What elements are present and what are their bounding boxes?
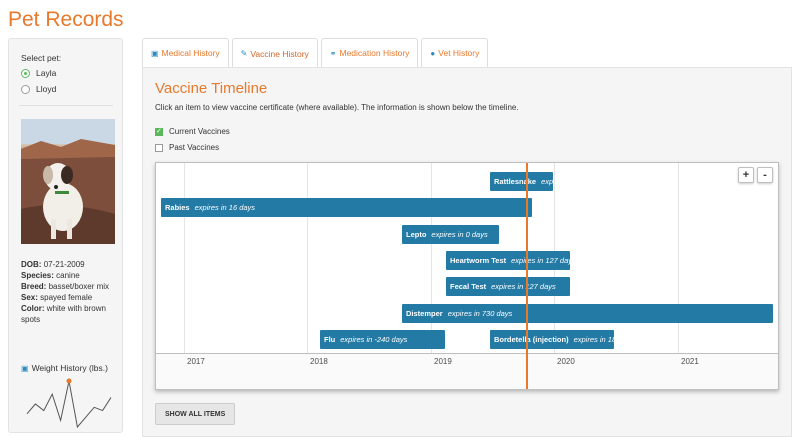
item-note: expires in 127 days — [491, 282, 556, 291]
weight-history-heading: ▣ Weight History (lbs.) — [21, 363, 108, 373]
weight-history-title: Weight History (lbs.) — [31, 363, 108, 373]
item-note: expires in 182 days — [573, 335, 614, 344]
year-label: 2021 — [681, 357, 699, 366]
timeline-item-flu[interactable]: Flu expires in -240 days — [320, 330, 445, 349]
item-name: Rattlesnake — [494, 177, 537, 186]
sex-label: Sex: — [21, 293, 38, 302]
zoom-out-button[interactable]: - — [757, 167, 773, 183]
timeline-item-rabies[interactable]: Rabies expires in 16 days — [161, 198, 532, 217]
clipboard-icon: ▣ — [21, 363, 29, 373]
weight-line — [26, 380, 112, 429]
item-name: Distemper — [406, 309, 443, 318]
timeline-item-bordetella[interactable]: Bordetella (injection) expires in 182 day… — [490, 330, 614, 349]
item-name: Rabies — [165, 203, 190, 212]
tab-label: Vaccine History — [250, 48, 309, 59]
tab-vaccine-history[interactable]: ✎ Vaccine History — [231, 38, 318, 68]
timeline-item-heartworm-test[interactable]: Heartworm Test expires in 127 days — [446, 251, 570, 270]
item-note: expires in 0 days — [431, 230, 488, 239]
pet-radio-label: Layla — [36, 68, 57, 78]
item-note: expires in 33 days — [541, 177, 553, 186]
tab-medication-history[interactable]: ⚭ Medication History — [320, 38, 419, 67]
item-note: expires in -240 days — [340, 335, 408, 344]
radio-button[interactable] — [21, 68, 30, 78]
item-name: Heartworm Test — [450, 256, 507, 265]
pet-sidebar: Select pet: Layla Lloyd DOB: 07-21-2009 … — [8, 38, 123, 433]
year-label: 2018 — [310, 357, 328, 366]
user-icon: ● — [430, 48, 436, 58]
tab-label: Vet History — [438, 48, 480, 58]
tab-vet-history[interactable]: ● Vet History — [421, 38, 489, 67]
year-label: 2020 — [557, 357, 575, 366]
checkbox[interactable] — [155, 127, 163, 136]
checkbox-label: Past Vaccines — [169, 143, 220, 152]
item-note: expires in 16 days — [194, 203, 256, 212]
pet-photo — [21, 119, 115, 244]
item-note: expires in 127 days — [511, 256, 570, 265]
item-note: expires in 730 days — [447, 309, 513, 318]
vaccine-panel: Vaccine Timeline Click an item to view v… — [142, 67, 792, 437]
weight-sparkline — [26, 378, 112, 429]
zoom-in-button[interactable]: + — [738, 167, 754, 183]
app-title: Pet Records — [8, 8, 124, 31]
breed-label: Breed: — [21, 282, 47, 291]
dob-value: 07-21-2009 — [43, 260, 85, 269]
item-name: Flu — [324, 335, 336, 344]
radio-button[interactable] — [21, 84, 30, 94]
weight-point[interactable] — [66, 378, 72, 384]
pencil-icon: ✎ — [240, 49, 248, 58]
item-name: Bordetella (injection) — [494, 335, 569, 344]
item-name: Lepto — [406, 230, 427, 239]
show-all-items-button[interactable]: SHOW ALL ITEMS — [155, 403, 236, 425]
tab-bar: ▣ Medical History ✎ Vaccine History ⚭ Me… — [142, 38, 491, 68]
past-vaccines-checkbox[interactable]: Past Vaccines — [155, 143, 219, 152]
checkbox[interactable] — [155, 143, 163, 152]
current-time-marker — [526, 163, 528, 389]
breed-value: basset/boxer mix — [48, 282, 110, 291]
pet-info: DOB: 07-21-2009 Species: canine Breed: b… — [21, 259, 121, 325]
pet-radio-label: Lloyd — [36, 84, 57, 94]
pet-radio-layla[interactable]: Layla — [21, 68, 56, 78]
sex-value: spayed female — [40, 293, 93, 302]
tab-label: Medical History — [161, 48, 220, 58]
pet-radio-lloyd[interactable]: Lloyd — [21, 84, 56, 94]
tab-medical-history[interactable]: ▣ Medical History — [142, 38, 229, 67]
species-value: canine — [56, 271, 80, 280]
year-label: 2019 — [434, 357, 452, 366]
divider — [19, 105, 113, 106]
binoculars-icon: ⚭ — [329, 48, 337, 58]
panel-title: Vaccine Timeline — [155, 80, 268, 97]
checkbox-label: Current Vaccines — [169, 127, 230, 136]
current-vaccines-checkbox[interactable]: Current Vaccines — [155, 127, 230, 136]
species-label: Species: — [21, 271, 54, 280]
vaccine-timeline[interactable]: Rattlesnake expires in 33 days Rabies expi… — [155, 162, 779, 390]
tab-label: Medication History — [339, 48, 410, 58]
timeline-item-rattlesnake[interactable]: Rattlesnake expires in 33 days — [490, 172, 553, 191]
select-pet-label: Select pet: — [21, 53, 62, 63]
year-label: 2017 — [187, 357, 205, 366]
timeline-item-fecal-test[interactable]: Fecal Test expires in 127 days — [446, 277, 570, 296]
panel-description: Click an item to view vaccine certificat… — [155, 103, 519, 112]
dob-label: DOB: — [21, 260, 42, 269]
clipboard-icon: ▣ — [151, 48, 159, 58]
item-name: Fecal Test — [450, 282, 487, 291]
color-label: Color: — [21, 304, 45, 313]
timeline-item-lepto[interactable]: Lepto expires in 0 days — [402, 225, 499, 244]
timeline-item-distemper[interactable]: Distemper expires in 730 days — [402, 304, 773, 323]
